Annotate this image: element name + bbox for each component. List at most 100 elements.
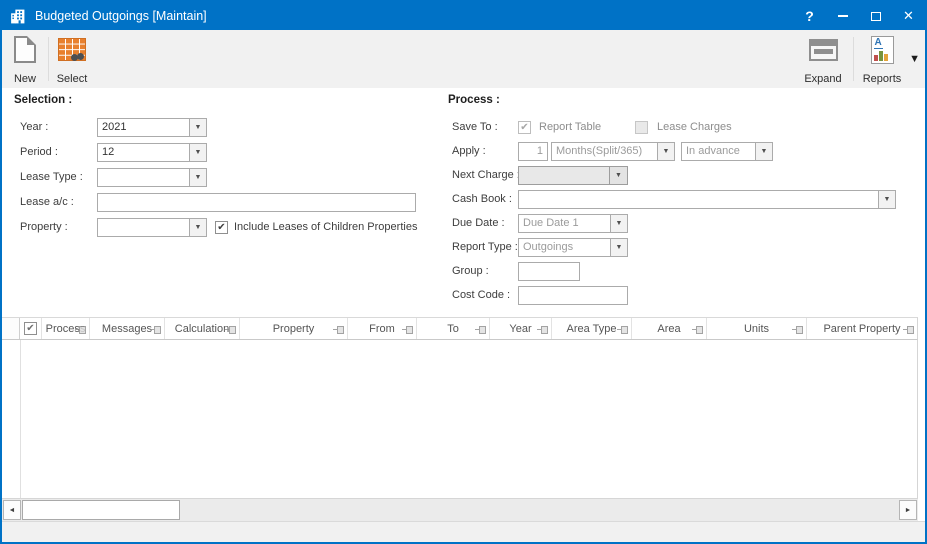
title-bar: Budgeted Outgoings [Maintain] ? ✕ xyxy=(2,2,925,30)
column-header-units[interactable]: Units xyxy=(707,318,807,339)
pin-column-icon[interactable] xyxy=(402,326,413,334)
lease-charges-checkbox[interactable] xyxy=(635,121,648,134)
select-button[interactable]: Select xyxy=(50,34,94,86)
due-date-value: Due Date 1 xyxy=(523,217,579,229)
pin-column-icon[interactable] xyxy=(692,326,703,334)
reports-button[interactable]: A Reports xyxy=(857,34,907,86)
report-type-combobox[interactable]: Outgoings ▼ xyxy=(518,238,628,257)
column-header-area-type[interactable]: Area Type xyxy=(552,318,632,339)
reports-letter: A xyxy=(873,37,883,49)
expand-button[interactable]: Expand xyxy=(798,34,848,86)
pin-column-icon[interactable] xyxy=(537,326,548,334)
period-label: Period : xyxy=(20,146,58,158)
scrollbar-thumb[interactable] xyxy=(22,500,180,520)
green-bar xyxy=(878,51,883,61)
due-date-combobox[interactable]: Due Date 1 ▼ xyxy=(518,214,628,233)
apply-unit-combobox[interactable]: Months(Split/365) ▼ xyxy=(551,142,675,161)
cash-book-label: Cash Book : xyxy=(452,193,512,205)
property-label: Property : xyxy=(20,221,68,233)
dropdown-button[interactable]: ▼ xyxy=(609,166,628,185)
dropdown-button[interactable]: ▼ xyxy=(189,144,206,161)
year-value: 2021 xyxy=(102,121,127,133)
toolbar-overflow-caret-icon[interactable]: ▼ xyxy=(909,53,920,65)
report-table-checkbox[interactable]: ✔ xyxy=(518,121,531,134)
expand-window-icon xyxy=(808,39,838,61)
cost-code-input[interactable] xyxy=(518,286,628,305)
new-button-label: New xyxy=(13,73,36,85)
select-button-label: Select xyxy=(56,73,88,85)
grid-body[interactable] xyxy=(2,340,918,498)
scroll-right-button[interactable]: ► xyxy=(899,500,917,520)
due-date-label: Due Date : xyxy=(452,217,505,229)
pin-column-icon[interactable] xyxy=(792,326,803,334)
help-button[interactable]: ? xyxy=(793,2,826,30)
column-header-messages[interactable]: Messages xyxy=(90,318,165,339)
chevron-down-icon: ▼ xyxy=(615,220,623,227)
lease-account-input[interactable] xyxy=(97,193,416,212)
form-area: Selection : Year : 2021 ▼ Period : 12 ▼ … xyxy=(2,88,925,317)
lease-type-combobox[interactable]: ▼ xyxy=(97,168,207,187)
group-input[interactable] xyxy=(518,262,580,281)
column-header-property[interactable]: Property xyxy=(240,318,348,339)
apply-count-input[interactable]: 1 xyxy=(518,142,548,161)
column-header-parent-property[interactable]: Parent Property xyxy=(807,318,917,339)
dropdown-button[interactable]: ▼ xyxy=(755,143,772,160)
dropdown-button[interactable]: ▼ xyxy=(610,215,627,232)
column-header-process[interactable]: Process xyxy=(42,318,90,339)
chevron-down-icon: ▼ xyxy=(760,148,768,155)
apply-label: Apply : xyxy=(452,145,486,157)
dropdown-button[interactable]: ▼ xyxy=(189,119,206,136)
column-header-from[interactable]: From xyxy=(348,318,417,339)
column-label: Property xyxy=(272,322,315,335)
next-charge-combobox[interactable]: ▼ xyxy=(518,166,628,185)
indicator-column-divider xyxy=(20,340,21,498)
scrollbar-track[interactable] xyxy=(180,499,898,521)
grid-select-all-column[interactable]: ✔ xyxy=(20,318,42,339)
report-table-label: Report Table xyxy=(539,121,602,133)
dropdown-button[interactable]: ▼ xyxy=(189,169,206,186)
apply-timing-combobox[interactable]: In advance ▼ xyxy=(681,142,773,161)
column-label: Calculation xyxy=(174,322,230,335)
pin-column-icon[interactable] xyxy=(333,326,344,334)
close-button[interactable]: ✕ xyxy=(892,2,925,30)
column-label: Area xyxy=(657,322,681,335)
app-building-icon xyxy=(11,9,25,23)
pin-column-icon[interactable] xyxy=(903,326,914,334)
dropdown-button[interactable]: ▼ xyxy=(878,191,895,208)
select-all-checkbox[interactable]: ✔ xyxy=(24,322,37,335)
dropdown-button[interactable]: ▼ xyxy=(610,239,627,256)
horizontal-scrollbar[interactable]: ◄ ► xyxy=(2,498,918,521)
chevron-down-icon: ▼ xyxy=(662,148,670,155)
selection-section-header: Selection : xyxy=(14,94,73,106)
red-bar xyxy=(873,55,878,61)
property-combobox[interactable]: ▼ xyxy=(97,218,207,237)
cost-code-label: Cost Code : xyxy=(452,289,511,301)
column-label: Units xyxy=(743,322,770,335)
pin-column-icon[interactable] xyxy=(225,326,236,334)
pin-column-icon[interactable] xyxy=(475,326,486,334)
chevron-down-icon: ▼ xyxy=(194,124,202,131)
period-combobox[interactable]: 12 ▼ xyxy=(97,143,207,162)
window-controls: ? ✕ xyxy=(793,2,925,30)
column-header-calculation[interactable]: Calculation xyxy=(165,318,240,339)
pin-column-icon[interactable] xyxy=(75,326,86,334)
new-document-icon xyxy=(14,36,36,63)
column-label: From xyxy=(369,322,395,335)
year-label: Year : xyxy=(20,121,49,133)
dropdown-button[interactable]: ▼ xyxy=(657,143,674,160)
include-children-checkbox[interactable]: ✔ xyxy=(215,221,228,234)
pin-column-icon[interactable] xyxy=(150,326,161,334)
yellow-bar xyxy=(883,54,888,61)
grid-row-indicator-header xyxy=(2,318,20,339)
new-button[interactable]: New xyxy=(6,34,44,86)
minimize-button[interactable] xyxy=(826,2,859,30)
pin-column-icon[interactable] xyxy=(617,326,628,334)
column-header-to[interactable]: To xyxy=(417,318,490,339)
dropdown-button[interactable]: ▼ xyxy=(189,219,206,236)
column-header-area[interactable]: Area xyxy=(632,318,707,339)
column-header-year[interactable]: Year xyxy=(490,318,552,339)
year-combobox[interactable]: 2021 ▼ xyxy=(97,118,207,137)
scroll-left-button[interactable]: ◄ xyxy=(3,500,21,520)
maximize-button[interactable] xyxy=(859,2,892,30)
cash-book-combobox[interactable]: ▼ xyxy=(518,190,896,209)
